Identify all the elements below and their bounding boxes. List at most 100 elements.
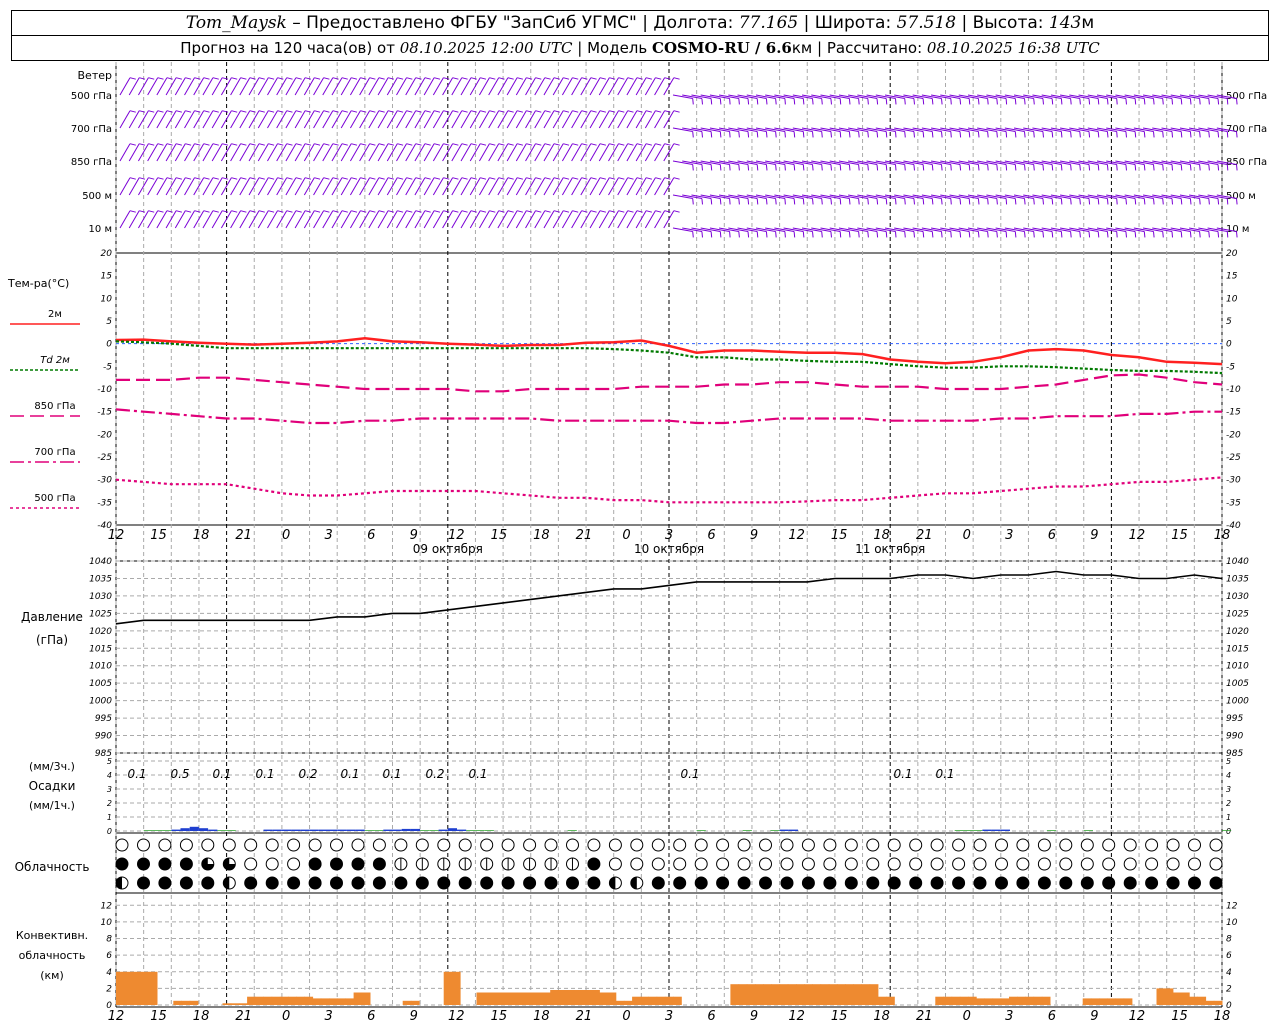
hour-tick-label: 3 [1005,528,1013,543]
cloud-circle [1037,876,1051,890]
wind-barb-flag [295,143,302,146]
wind-barb [626,77,638,96]
cloud-circle [244,857,258,871]
wind-barb-flag [286,110,293,113]
wind-barb-flag [535,110,542,113]
wind-barb-flag [240,177,247,180]
wind-barb [479,177,490,196]
wind-level-label: 10 м [89,224,112,235]
conv-tick-label: 8 [1226,935,1232,945]
wind-barb-flag [692,98,694,105]
wind-barb [635,177,647,196]
wind-barb-flag [1236,131,1238,138]
wind-barb [322,143,334,162]
wind-barb [543,177,555,196]
wind-barb-flag [895,98,897,105]
wind-barb-flag [212,110,219,113]
precip-bar [991,829,1001,831]
wind-barb-flag [185,143,192,146]
conv-cloud-bar [255,996,264,1005]
wind-barb [267,77,278,96]
wind-barb-flag [129,110,136,113]
wind-barb [460,210,472,229]
conv-cloud-bar [116,971,125,1005]
wind-barb [534,77,546,96]
wind-barb-flag [627,143,634,146]
wind-barb-flag [1189,98,1192,105]
conv-cloud-bar [345,998,355,1005]
wind-barb-flag [1033,164,1035,171]
cloud-circle [480,838,494,852]
wind-barb-flag [618,177,625,180]
wind-barb-flag [166,177,173,180]
wind-barb-flag [175,177,183,180]
precip-bar [374,830,384,831]
cloud-symbol [694,857,708,871]
wind-barb [396,177,407,196]
cloud-symbol [1016,876,1030,890]
wind-barb-flag [553,77,560,80]
wind-barb-flag [1079,231,1081,238]
cloud-symbol [887,857,901,871]
conv-cloud-bar [951,996,961,1005]
cloud-symbol [909,876,923,890]
wind-barb-flag [599,210,607,213]
wind-barb-flag [599,77,607,80]
wind-barb-flag [1134,131,1137,138]
wind-barb-flag [498,77,505,80]
wind-barb-flag [222,77,229,80]
wind-barb [589,143,601,162]
wind-barb-flag [231,177,238,180]
wind-barb-flag [406,143,413,146]
hour-tick-label: 15 [1171,528,1188,543]
precip-bar [401,828,411,831]
wind-barb [156,177,168,196]
wind-barb-flag [489,210,496,213]
wind-barb-flag [867,164,869,171]
wind-barb-flag [240,110,247,113]
wind-barb-flag [830,231,832,238]
wind-barb [184,210,195,229]
cloud-symbol [930,876,944,890]
cloud-circle [1145,857,1159,871]
wind-barb-flag [692,131,694,138]
wind-barb [506,210,518,229]
precip-tick-label: 2 [1226,799,1231,808]
precip-bar [300,829,310,831]
wind-barb-flag [1106,164,1109,171]
wind-barb [469,177,481,196]
precip-tick-label: 0 [107,827,112,836]
wind-barb [589,77,601,96]
wind-barb-flag [710,98,713,105]
conv-tick-label: 6 [106,951,112,961]
conv-cloud-bar [1082,998,1092,1005]
wind-barb-flag [323,77,330,80]
cloud-circle [351,838,365,852]
wind-barb-flag [645,77,653,80]
cloud-circle [330,876,343,890]
wind-barb-flag [498,177,505,180]
cloud-symbol [866,857,880,871]
precip-bar [982,829,992,831]
wind-barb-flag [895,131,897,138]
conv-cloud-bar [1213,1000,1223,1005]
hour-tick-label: 15 [491,528,508,543]
wind-barb-flag [480,210,487,213]
cloud-circle [780,838,794,852]
cloud-symbol [995,838,1008,852]
wind-barb [211,143,223,162]
wind-barb [488,177,500,196]
cloud-circle [716,876,730,890]
wind-barb-flag [157,177,164,180]
wind-barb [663,177,675,196]
cloud-symbol [801,857,815,871]
wind-barb [423,210,435,229]
wind-barb-flag [996,198,998,205]
wind-barb-flag [222,210,229,213]
wind-barb-flag [747,98,750,105]
wind-barb-flag [1171,131,1173,138]
hour-tick-label: 0 [622,528,630,543]
wind-barb [128,110,140,129]
conv-cloud-bar [1090,998,1100,1005]
wind-barb-flag [913,98,915,105]
